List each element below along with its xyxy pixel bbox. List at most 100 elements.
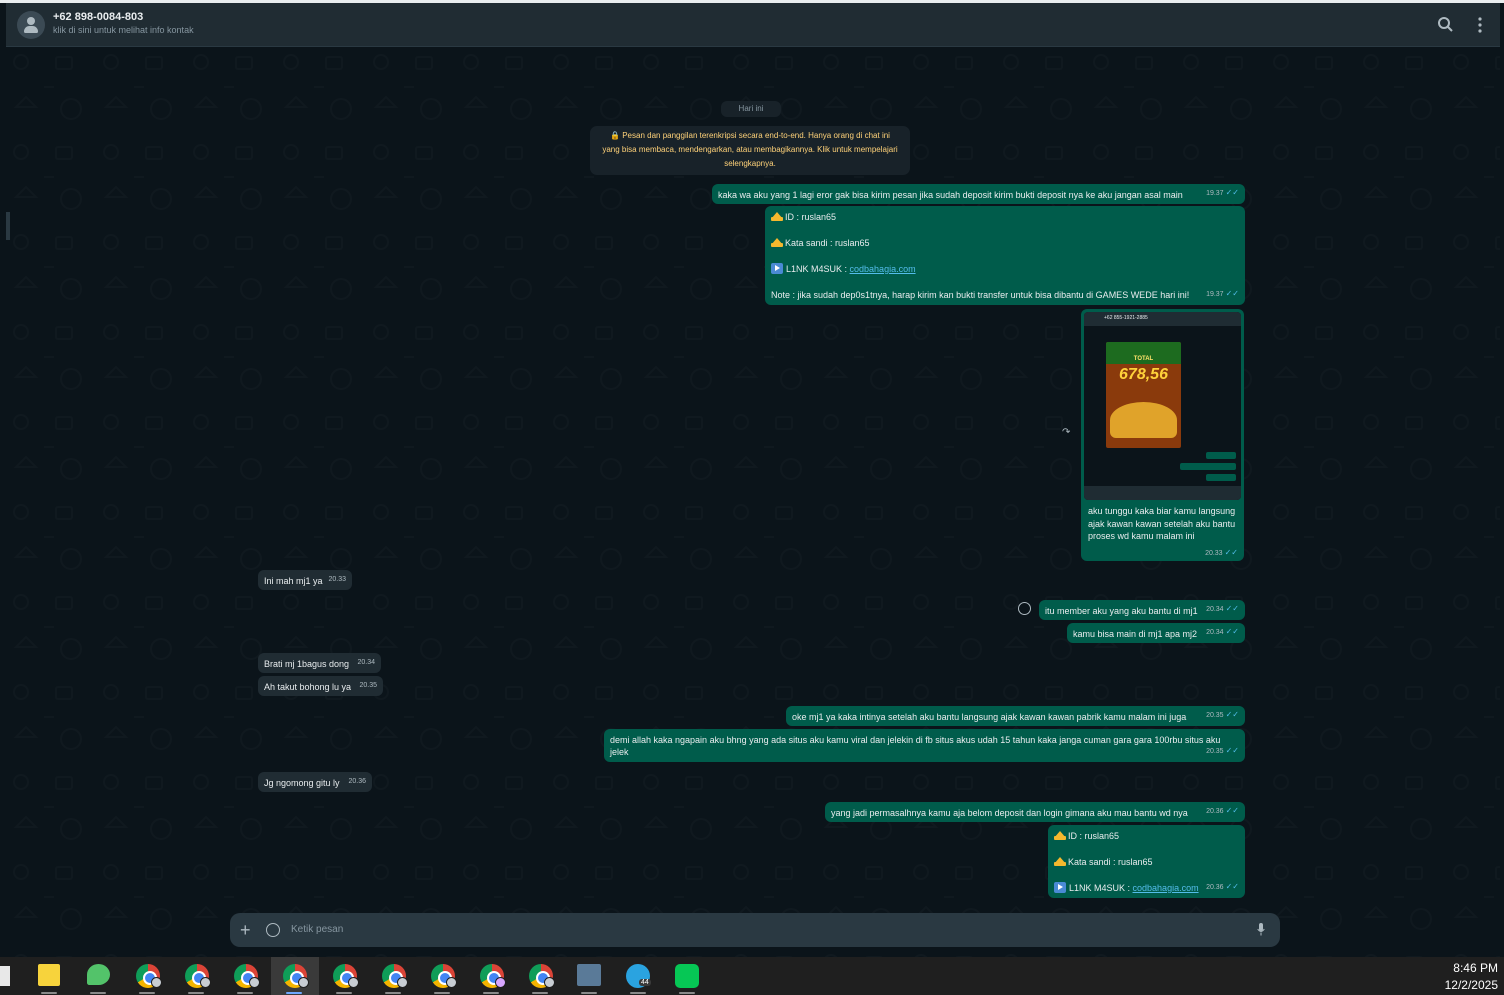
running-indicator [139, 992, 155, 994]
taskbar-app-partial[interactable] [0, 957, 12, 995]
message-time: 20.36 ✓✓ [1206, 806, 1239, 815]
microphone-icon[interactable] [1257, 923, 1265, 936]
message-time: 20.36 [348, 778, 366, 785]
incoming-message[interactable]: Jg ngomong gitu ly 20.36 [258, 772, 372, 792]
gold-coins-pile [1110, 402, 1177, 438]
taskbar-line[interactable] [664, 957, 710, 995]
message-input[interactable]: Ketik pesan [291, 924, 343, 935]
sticky-notes-icon [38, 964, 60, 986]
running-indicator [434, 992, 450, 994]
credential-id-row: ID : ruslan65 [1054, 830, 1239, 842]
chat-header[interactable]: +62 898-0084-803 klik di sini untuk meli… [6, 3, 1500, 47]
more-options-icon[interactable] [1470, 15, 1490, 35]
taskbar-messenger[interactable] [75, 957, 121, 995]
windows-taskbar: 44 8:46 PM 12/2/2025 [0, 957, 1504, 995]
message-text: Jg ngomong gitu ly [264, 778, 340, 788]
forward-icon[interactable]: ↷ [1062, 427, 1074, 438]
document-icon [0, 966, 10, 986]
taskbar-chrome-5[interactable] [321, 957, 367, 995]
message-time: 20.35 ✓✓ [1206, 710, 1239, 719]
taskbar-mail[interactable] [566, 957, 612, 995]
read-ticks-icon: ✓✓ [1225, 627, 1239, 636]
incoming-message[interactable]: Brati mj 1bagus dong 20.34 [258, 653, 381, 673]
contact-name[interactable]: +62 898-0084-803 [53, 11, 143, 23]
taskbar-chrome-8[interactable] [468, 957, 514, 995]
read-ticks-icon: ✓✓ [1225, 710, 1239, 719]
emoji-reaction-icon[interactable] [1018, 602, 1031, 615]
running-indicator [532, 992, 548, 994]
read-ticks-icon: ✓✓ [1225, 604, 1239, 613]
message-text: Ah takut bohong lu ya [264, 682, 352, 692]
running-indicator [581, 992, 597, 994]
profile-badge-icon [544, 977, 555, 988]
profile-badge-icon [249, 977, 260, 988]
incoming-message[interactable]: Ini mah mj1 ya 20.33 [258, 570, 352, 590]
outgoing-message[interactable]: kamu bisa main di mj1 apa mj2 20.34 ✓✓ [1067, 623, 1245, 643]
message-text: oke mj1 ya kaka intinya setelah aku bant… [792, 712, 1187, 722]
mail-app-icon [577, 964, 601, 986]
read-ticks-icon: ✓✓ [1225, 746, 1239, 755]
outgoing-message[interactable]: yang jadi permasalhnya kamu aja belom de… [825, 802, 1245, 822]
profile-badge-icon [298, 977, 309, 988]
running-indicator [385, 992, 401, 994]
taskbar-clock[interactable]: 8:46 PM 12/2/2025 [1445, 960, 1498, 994]
emoji-icon[interactable] [266, 923, 280, 937]
message-time: 20.35 ✓✓ [1206, 746, 1239, 755]
running-indicator [679, 992, 695, 994]
message-note: Note : jika sudah dep0s1tnya, harap kiri… [771, 290, 1190, 300]
image-attachment[interactable]: +62 855-1921-2885 TOTAL 678,56 [1084, 312, 1241, 500]
taskbar-chrome-7[interactable] [419, 957, 465, 995]
taskbar-chrome-6[interactable] [370, 957, 416, 995]
outgoing-message[interactable]: demi allah kaka ngapain aku bhng yang ad… [604, 729, 1245, 762]
taskbar-chrome-4-active[interactable] [271, 957, 319, 995]
running-indicator [90, 992, 106, 994]
taskbar-chrome-3[interactable] [222, 957, 268, 995]
message-time: 19.37 ✓✓ [1206, 188, 1239, 197]
outgoing-message[interactable]: ID : ruslan65 Kata sandi : ruslan65 L1NK… [1048, 825, 1245, 898]
message-text: kamu bisa main di mj1 apa mj2 [1073, 629, 1198, 639]
outgoing-message[interactable]: oke mj1 ya kaka intinya setelah aku bant… [786, 706, 1245, 726]
crown-icon [771, 238, 783, 247]
profile-badge-icon [348, 977, 359, 988]
search-icon[interactable] [1436, 15, 1456, 35]
promo-banner-image: TOTAL 678,56 [1106, 342, 1181, 448]
message-link[interactable]: codbahagia.com [850, 264, 916, 274]
credential-password-row: Kata sandi : ruslan65 [771, 237, 1239, 249]
clock-time: 8:46 PM [1453, 961, 1498, 975]
incoming-message[interactable]: Ah takut bohong lu ya 20.35 [258, 676, 383, 696]
encryption-notice[interactable]: 🔒 Pesan dan panggilan terenkripsi secara… [590, 126, 910, 175]
taskbar-chrome-9[interactable] [517, 957, 563, 995]
message-link[interactable]: codbahagia.com [1133, 883, 1199, 893]
outgoing-message[interactable]: itu member aku yang aku bantu di mj1 20.… [1039, 600, 1245, 620]
message-text: Brati mj 1bagus dong [264, 659, 350, 669]
taskbar-telegram[interactable]: 44 [615, 957, 661, 995]
crown-icon [1054, 857, 1066, 866]
crown-icon [1054, 831, 1066, 840]
outgoing-message[interactable]: ID : ruslan65 Kata sandi : ruslan65 L1NK… [765, 206, 1245, 305]
image-chat-bubbles [1180, 452, 1236, 481]
clock-date: 12/2/2025 [1444, 978, 1498, 992]
read-ticks-icon: ✓✓ [1225, 806, 1239, 815]
outgoing-message[interactable]: kaka wa aku yang 1 lagi eror gak bisa ki… [712, 184, 1245, 204]
outgoing-image-message[interactable]: +62 855-1921-2885 TOTAL 678,56 aku tungg… [1081, 309, 1244, 561]
running-indicator [483, 992, 499, 994]
message-text: itu member aku yang aku bantu di mj1 [1045, 606, 1198, 616]
date-chip: Hari ini [721, 101, 781, 117]
profile-badge-icon [200, 977, 211, 988]
crown-icon [771, 212, 783, 221]
taskbar-chrome-2[interactable] [173, 957, 219, 995]
running-indicator [630, 992, 646, 994]
line-app-icon [675, 964, 699, 988]
message-time: 20.36 ✓✓ [1206, 882, 1239, 891]
read-ticks-icon: ✓✓ [1225, 882, 1239, 891]
message-time: 20.35 [359, 682, 377, 689]
contact-avatar[interactable] [17, 11, 45, 39]
read-ticks-icon: ✓✓ [1224, 548, 1238, 557]
running-indicator [336, 992, 352, 994]
taskbar-chrome-1[interactable] [124, 957, 170, 995]
read-ticks-icon: ✓✓ [1225, 188, 1239, 197]
attach-plus-icon[interactable]: + [240, 920, 254, 940]
taskbar-sticky-notes[interactable] [26, 957, 72, 995]
contact-info-hint[interactable]: klik di sini untuk melihat info kontak [53, 25, 194, 35]
message-composer[interactable]: + Ketik pesan [230, 913, 1280, 947]
